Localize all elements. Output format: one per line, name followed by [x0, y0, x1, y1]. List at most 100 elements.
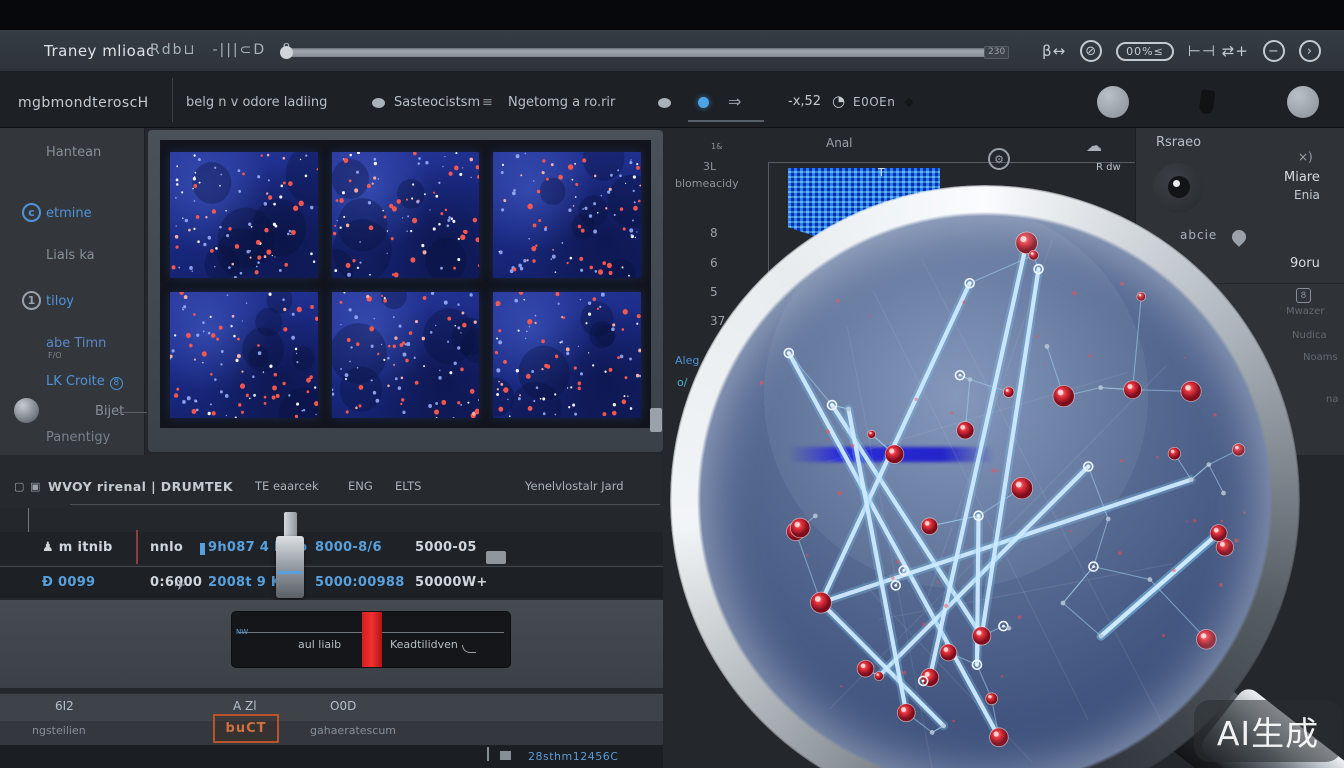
tool-icon-1[interactable]: -|||⊂D	[212, 42, 266, 58]
zoom-percent-box[interactable]: 00%≤	[1116, 42, 1174, 61]
t-label: T	[878, 166, 885, 179]
field-value: 9oru	[1290, 256, 1320, 271]
metric-tick: 1&	[711, 142, 722, 151]
sidebar-item-bijet[interactable]: Bijet	[0, 404, 145, 426]
row-scrollbar[interactable]	[486, 551, 506, 564]
plane-icon: ✈	[174, 578, 186, 594]
table-row[interactable]: ♟ m itnibnnlo9h087 4 Inno8000-8/65000-05	[0, 532, 663, 564]
microscopy-panel-2[interactable]	[493, 152, 641, 278]
alert-button[interactable]: buCT	[213, 714, 279, 743]
divider	[1135, 283, 1344, 284]
slider-value: 230	[984, 46, 1009, 59]
filter-sliders-icon[interactable]: ⊢⊣ ⇄+	[1188, 42, 1249, 60]
help-icon[interactable]: ▣	[30, 480, 40, 493]
profile-button[interactable]	[1287, 86, 1319, 118]
fader-knob[interactable]	[276, 536, 304, 598]
sidebar-item-hantean[interactable]: Hantean	[0, 145, 145, 167]
panel-title: Anal	[826, 136, 853, 150]
sidebar-item-abe-timn[interactable]: abe TimnF/O	[0, 336, 145, 358]
gear-icon[interactable]: ⚙	[988, 148, 1010, 170]
cloud-label: R dw	[1096, 162, 1121, 173]
toolbar-left-icons: Rdb⊔-|||⊂Dβ	[150, 42, 293, 58]
menu-item-3[interactable]: Ngetomg a ro.rir	[508, 95, 615, 110]
gauge-right-label: Keadtilidven	[390, 638, 458, 651]
microscopy-panel-3[interactable]	[170, 292, 318, 418]
footer-col-top: A Zl	[233, 699, 257, 713]
footer-col-top: O0D	[330, 699, 356, 713]
header-rule	[70, 504, 660, 505]
ai-watermark: AI生成	[1194, 700, 1342, 762]
sidebar-item-label: tiloy	[46, 294, 74, 309]
cell-marker	[200, 543, 205, 555]
network-icon[interactable]: ⊘	[1080, 40, 1102, 62]
timer-label: E0OEn	[853, 95, 895, 109]
microscopy-panel-4[interactable]	[332, 292, 480, 418]
sidebar-item-etmine[interactable]: cetmine	[0, 206, 145, 228]
active-dot-icon[interactable]	[698, 97, 709, 108]
sidebar-item-panentigy[interactable]: Panentigy	[0, 430, 145, 452]
table-cell: 8000-8/6	[315, 540, 382, 555]
table-cell: 5000:00988	[315, 575, 405, 590]
flag-icon[interactable]: ⬥	[904, 94, 914, 110]
microscopy-panel-0[interactable]	[170, 152, 318, 278]
item-badge: 8	[110, 377, 123, 390]
clock-icon[interactable]: ◔	[832, 92, 845, 110]
sidebar-item-label: etmine	[46, 206, 92, 221]
sidebar-item-lk-croite[interactable]: LK Croite8	[0, 374, 145, 396]
forward-circle-icon[interactable]: ›	[1299, 40, 1321, 62]
speckle-layer	[170, 152, 318, 278]
timeline-slider[interactable]	[286, 48, 990, 57]
table-title: WVOY rirenal | DRUMTEK	[48, 479, 233, 494]
column-header[interactable]: ENG	[348, 479, 373, 493]
minus-circle-icon[interactable]: −	[1263, 40, 1285, 62]
metric-footer-label[interactable]: Aleg	[675, 354, 699, 367]
sidebar-item-lials-ka[interactable]: Lials ka	[0, 248, 145, 270]
metric-value: 5	[710, 285, 718, 299]
viewer-scroll-thumb[interactable]	[650, 408, 662, 432]
image-viewer-frame	[148, 130, 663, 452]
tool-icon-0[interactable]: Rdb⊔	[150, 42, 196, 58]
fader-track-highlight	[277, 571, 302, 574]
user-sub: Enia	[1294, 188, 1320, 202]
zoom-value: -x,52	[788, 94, 821, 109]
metric-value: 37	[710, 314, 725, 328]
sidebar-item-label: Panentigy	[46, 430, 110, 445]
active-underline	[688, 120, 764, 122]
hamburger-icon[interactable]: ≡	[482, 95, 493, 110]
menu-item-1[interactable]: belg n v odore ladiing	[186, 95, 327, 110]
table-row[interactable]: Ð 00990:60002008t 9 KM65000:0098850000W+	[0, 566, 663, 598]
table-cell: nnlo	[150, 540, 183, 555]
record-button[interactable]	[1097, 86, 1129, 118]
item-icon: 1	[22, 291, 41, 310]
panel-item-3[interactable]: na	[1326, 394, 1338, 405]
bullet-icon	[372, 98, 385, 108]
badge-icon[interactable]: 8	[1296, 288, 1311, 303]
column-header[interactable]: TE eaarcek	[255, 479, 319, 493]
microscopy-panel-5[interactable]	[493, 292, 641, 418]
status-text: 28sthm12456C	[528, 750, 618, 763]
gauge-needle[interactable]	[362, 612, 382, 667]
column-header[interactable]: ELTS	[395, 479, 421, 493]
panel-item-2[interactable]: Noams	[1303, 352, 1338, 363]
metric-label: blomeacidy	[675, 177, 739, 190]
cloud-icon[interactable]: ☁	[1086, 136, 1102, 155]
avatar-dot	[1173, 180, 1180, 187]
speckle-layer	[493, 292, 641, 418]
column-header[interactable]: Yenelvlostalr Jard	[525, 479, 624, 493]
arrow-icon[interactable]: ⇒	[728, 92, 741, 111]
sidebar-item-tiloy[interactable]: 1 tiloy	[0, 294, 145, 316]
app-name: mgbmondteroscH	[18, 95, 149, 111]
panel-item-1[interactable]: Nudica	[1292, 330, 1327, 341]
microscopy-panel-1[interactable]	[332, 152, 480, 278]
menu-item-2[interactable]: Sasteocistsm	[394, 95, 480, 110]
share-route-icon[interactable]: β↔	[1042, 42, 1066, 60]
speckle-layer	[332, 152, 480, 278]
panel-item-0[interactable]: Mwazer	[1286, 306, 1324, 317]
close-icon[interactable]: ×)	[1298, 150, 1313, 164]
grid-icon[interactable]: ▢	[14, 480, 24, 493]
user-name: Miare	[1284, 170, 1320, 185]
sidebar-item-sub: F/O	[48, 351, 62, 360]
speckle-layer	[170, 292, 318, 418]
app-window: Traney mlioac Rdb⊔-|||⊂Dβ 230 β↔⊘00%≤⊢⊣ …	[0, 0, 1344, 768]
slider-handle[interactable]	[280, 46, 293, 59]
